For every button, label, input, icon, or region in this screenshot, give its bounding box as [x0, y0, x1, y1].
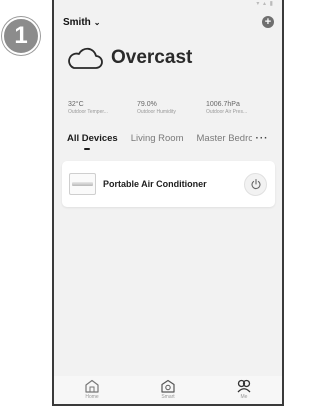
smart-icon	[161, 379, 175, 393]
stat-label: Outdoor Humidity	[137, 109, 176, 115]
step-number-badge: 1	[2, 17, 40, 55]
room-tabs: All Devices Living Room Master Bedroom ·…	[54, 131, 282, 150]
status-bar: ▾ ▴ ▮	[54, 0, 282, 9]
stat-label: Outdoor Air Pres...	[206, 109, 248, 115]
stat-value: 79.0%	[137, 101, 157, 108]
plus-icon: +	[264, 16, 272, 28]
weather-stat: 32°C Outdoor Temper...	[68, 101, 137, 115]
power-button[interactable]	[244, 172, 267, 196]
chevron-down-icon: ⌄	[93, 17, 101, 27]
air-conditioner-icon	[69, 173, 96, 195]
home-icon	[85, 379, 99, 393]
home-name-label: Smith	[63, 16, 91, 28]
bottom-nav: Home Smart Me	[54, 376, 282, 404]
nav-label: Smart	[161, 394, 175, 400]
tab-master-bedroom[interactable]: Master Bedroom	[197, 133, 252, 144]
weather-stat: 79.0% Outdoor Humidity	[137, 101, 206, 115]
status-indicators: ▾ ▴ ▮	[256, 1, 274, 7]
stat-label: Outdoor Temper...	[68, 109, 108, 115]
nav-label: Home	[85, 394, 99, 400]
stat-value: 1006.7hPa	[206, 101, 240, 108]
weather-stat: 1006.7hPa Outdoor Air Pres...	[206, 101, 275, 115]
tab-all-devices[interactable]: All Devices	[67, 133, 118, 144]
nav-me[interactable]: Me	[219, 379, 269, 400]
active-tab-indicator	[84, 148, 90, 150]
device-name: Portable Air Conditioner	[103, 179, 207, 189]
home-selector[interactable]: Smith ⌄	[63, 17, 100, 28]
stat-value: 32°C	[68, 101, 84, 108]
more-tabs-icon[interactable]: ···	[256, 133, 269, 144]
weather-stats: 32°C Outdoor Temper... 79.0% Outdoor Hum…	[54, 101, 282, 115]
device-card[interactable]: Portable Air Conditioner	[62, 161, 275, 207]
me-icon	[237, 379, 251, 393]
app-header: Smith ⌄ +	[54, 9, 282, 35]
nav-label: Me	[240, 394, 248, 400]
phone-screen: ▾ ▴ ▮ Smith ⌄ + Overcast 32°C Outdoor Te…	[52, 0, 284, 406]
cloud-icon	[68, 47, 103, 69]
add-button[interactable]: +	[262, 16, 274, 28]
step-number: 1	[14, 22, 28, 49]
weather-panel: Overcast	[54, 43, 282, 95]
nav-smart[interactable]: Smart	[143, 379, 193, 400]
power-icon	[250, 179, 261, 190]
tab-living-room[interactable]: Living Room	[131, 133, 184, 144]
nav-home[interactable]: Home	[67, 379, 117, 400]
weather-condition: Overcast	[111, 47, 193, 68]
